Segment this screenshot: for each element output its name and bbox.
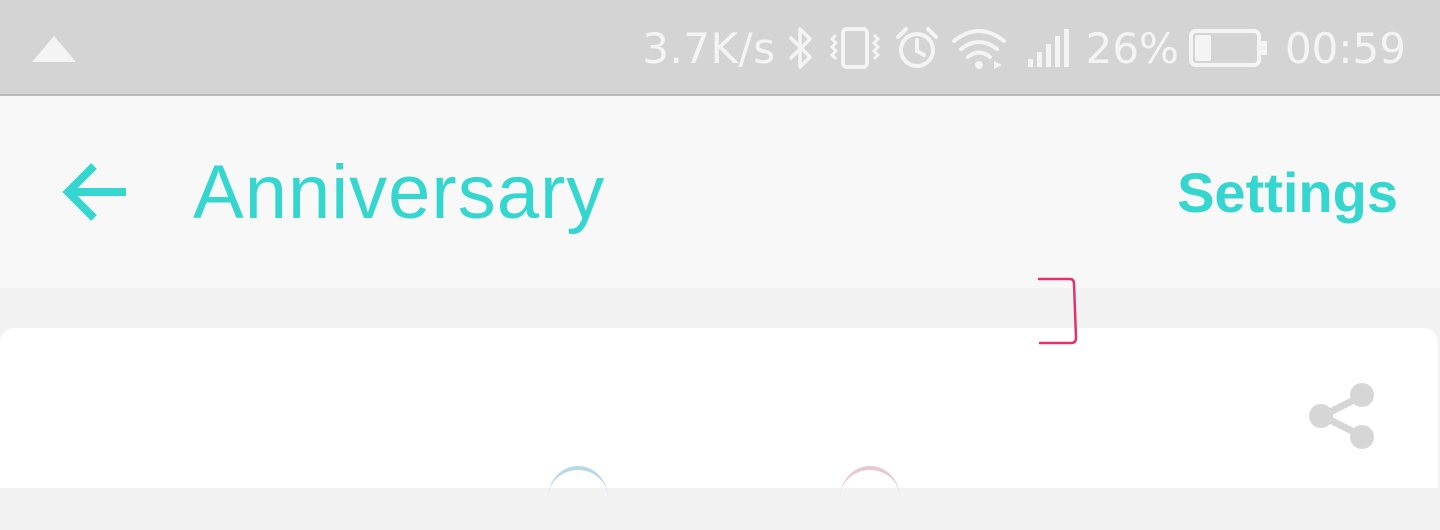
bluetooth-icon <box>788 27 812 69</box>
annotation-mark <box>1037 277 1078 345</box>
network-speed: 3.7K/s <box>642 23 776 73</box>
signal-icon <box>1027 29 1069 67</box>
page-title: Anniversary <box>193 150 606 235</box>
wifi-icon <box>951 29 1006 69</box>
share-icon <box>1309 383 1374 449</box>
nav-up-icon <box>32 36 76 62</box>
vibrate-icon <box>829 27 880 69</box>
status-bar: 3.7K/s 26% 00:59 <box>0 0 1440 96</box>
content-gap <box>0 288 1440 328</box>
battery-icon <box>1188 29 1267 67</box>
alarm-icon <box>895 27 938 68</box>
anniversary-card <box>0 328 1438 488</box>
partial-avatar <box>840 466 900 530</box>
battery-fill <box>1194 35 1211 61</box>
share-button[interactable] <box>1306 380 1378 452</box>
settings-button[interactable]: Settings <box>1177 160 1398 226</box>
partial-avatar <box>548 466 608 530</box>
app-bar: Anniversary Settings <box>0 96 1440 288</box>
status-icons: 3.7K/s 26% 00:59 <box>642 0 1406 96</box>
arrow-left-icon <box>62 163 126 221</box>
clock-time: 00:59 <box>1284 23 1406 73</box>
battery-percent: 26% <box>1085 23 1179 73</box>
back-button[interactable] <box>56 156 136 228</box>
